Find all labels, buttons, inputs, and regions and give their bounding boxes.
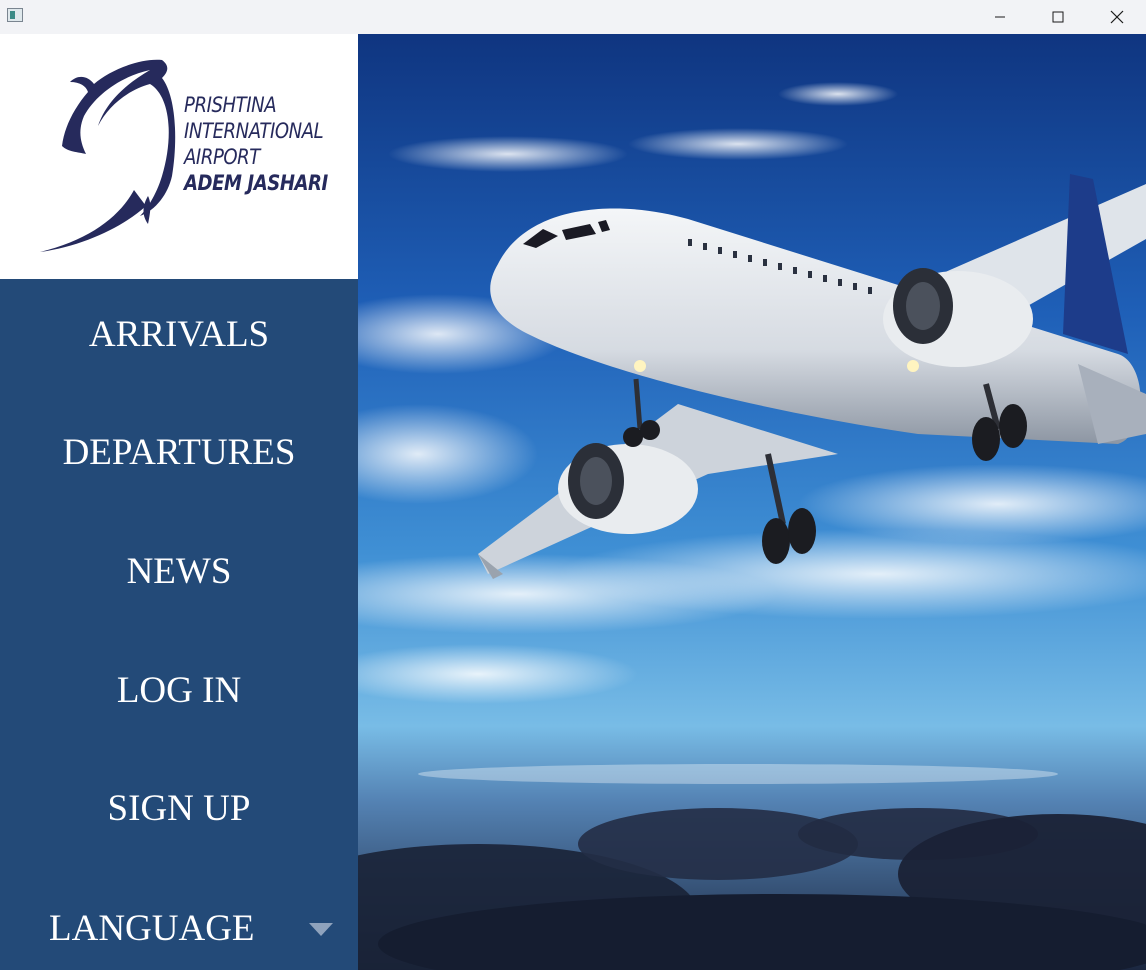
- logo-line-1: PRISHTINA: [184, 93, 277, 117]
- nav-login-button[interactable]: LOG IN: [0, 640, 358, 740]
- airplane-sky-illustration: [358, 34, 1146, 970]
- language-dropdown[interactable]: LANGUAGE: [0, 879, 358, 979]
- bird-logo-icon: [40, 59, 176, 252]
- close-icon: [1110, 10, 1124, 24]
- airport-logo: PRISHTINA INTERNATIONAL AIRPORT ADEM JAS…: [0, 34, 358, 279]
- minimize-icon: [995, 16, 1005, 18]
- nav-signup-button[interactable]: SIGN UP: [0, 758, 358, 858]
- app-icon: [7, 8, 23, 22]
- logo-line-4: ADEM JASHARI: [184, 171, 328, 195]
- dropdown-arrow-icon: [309, 923, 333, 936]
- hero-airplane-image: [358, 34, 1146, 970]
- maximize-icon: [1052, 11, 1064, 23]
- window-titlebar: [0, 0, 1146, 34]
- nav-departures-button[interactable]: DEPARTURES: [0, 402, 358, 502]
- nav-arrivals-button[interactable]: ARRIVALS: [0, 284, 358, 384]
- minimize-button[interactable]: [971, 0, 1029, 34]
- nav-news-button[interactable]: NEWS: [0, 521, 358, 621]
- airport-name: PRISHTINA INTERNATIONAL AIRPORT ADEM JAS…: [184, 92, 351, 196]
- sidebar: PRISHTINA INTERNATIONAL AIRPORT ADEM JAS…: [0, 34, 358, 970]
- logo-line-2: INTERNATIONAL: [184, 119, 324, 143]
- logo-line-3: AIRPORT: [184, 145, 260, 169]
- language-label: LANGUAGE: [49, 908, 255, 949]
- maximize-button[interactable]: [1029, 0, 1087, 34]
- close-button[interactable]: [1088, 0, 1146, 34]
